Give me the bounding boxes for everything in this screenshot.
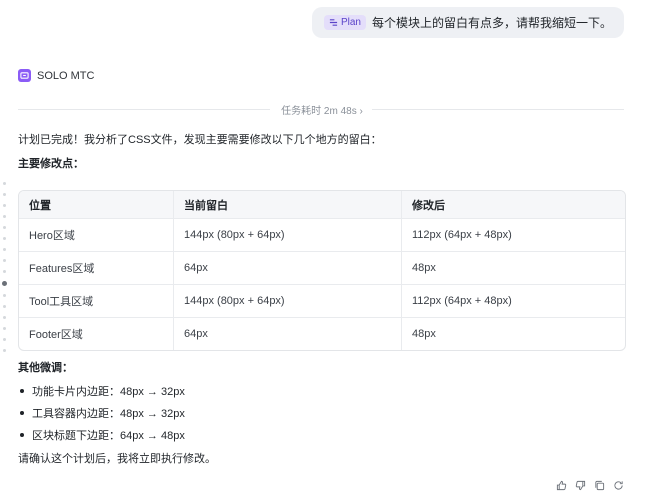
table-cell: Hero区域	[19, 218, 174, 252]
table-cell: 144px (80px + 64px)	[173, 218, 402, 252]
scroll-dot	[3, 182, 6, 185]
table-row: Features区域 64px 48px	[19, 251, 625, 285]
bullet-icon	[20, 411, 24, 415]
scroll-dot	[3, 237, 6, 240]
scroll-indicator[interactable]	[2, 182, 8, 360]
main-changes-heading: 主要修改点：	[18, 158, 84, 170]
list-item: 区块标题下边距：64px → 48px	[18, 424, 185, 446]
list-item-text: 区块标题下边距：64px → 48px	[32, 430, 185, 442]
table-header-row: 位置 当前留白 修改后	[19, 191, 625, 219]
table-row: Hero区域 144px (80px + 64px) 112px (64px +…	[19, 218, 625, 252]
table-cell: 48px	[412, 328, 436, 340]
plan-icon	[329, 19, 338, 26]
chevron-right-icon: ›	[359, 106, 363, 117]
column-header-current: 当前留白	[173, 191, 402, 219]
agent-name: SOLO MTC	[37, 69, 95, 82]
scroll-dot	[3, 327, 6, 330]
table-cell: 48px	[401, 251, 625, 285]
scroll-dot	[3, 215, 6, 218]
table-cell: 64px	[173, 317, 402, 350]
scroll-dot	[3, 204, 6, 207]
table-cell: Features区域	[19, 251, 174, 285]
plan-tag-label: Plan	[340, 17, 361, 28]
table-cell: Footer区域	[19, 317, 174, 350]
table-cell: 112px (64px + 48px)	[401, 218, 625, 252]
scroll-dot	[3, 349, 6, 352]
regenerate-icon[interactable]	[613, 480, 624, 491]
list-item-text: 功能卡片内边距：48px → 32px	[32, 386, 185, 398]
table-cell: 144px (80px + 64px)	[173, 284, 402, 318]
padding-changes-table: 位置 当前留白 修改后 Hero区域 144px (80px + 64px) 1…	[18, 190, 626, 351]
other-tweaks-heading: 其他微调：	[18, 362, 73, 374]
table-row: Tool工具区域 144px (80px + 64px) 112px (64px…	[19, 284, 625, 318]
thumbs-up-icon[interactable]	[556, 480, 567, 491]
column-header-after: 修改后	[401, 191, 625, 219]
table-cell: 112px (64px + 48px)	[401, 284, 625, 318]
column-header-position: 位置	[19, 191, 174, 219]
response-closing: 请确认这个计划后，我将立即执行修改。	[18, 453, 216, 465]
table-cell: Tool工具区域	[19, 284, 174, 318]
plan-tag[interactable]: Plan	[323, 15, 366, 30]
agent-header: SOLO MTC	[18, 69, 94, 82]
duration-divider: 任务耗时 2m 48s ›	[18, 102, 624, 117]
bullet-icon	[20, 389, 24, 393]
scroll-dot	[3, 305, 6, 308]
task-duration[interactable]: 任务耗时 2m 48s ›	[274, 102, 370, 117]
divider-line-left	[18, 109, 270, 110]
scroll-dot	[3, 226, 6, 229]
scroll-dot	[3, 294, 6, 297]
scroll-dot-active	[2, 281, 7, 286]
tweaks-list: 功能卡片内边距：48px → 32px 工具容器内边距：48px → 32px …	[18, 380, 185, 446]
scroll-dot	[3, 193, 6, 196]
response-intro: 计划已完成！我分析了CSS文件，发现主要需要修改以下几个地方的留白：	[18, 134, 382, 146]
thumbs-down-icon[interactable]	[575, 480, 586, 491]
scroll-dot	[3, 248, 6, 251]
list-item: 功能卡片内边距：48px → 32px	[18, 380, 185, 402]
task-duration-label: 任务耗时 2m 48s	[281, 106, 357, 117]
bullet-icon	[20, 433, 24, 437]
user-message-text: 每个模块上的留白有点多，请帮我缩短一下。	[371, 16, 612, 30]
table-cell: 64px	[173, 251, 402, 285]
scroll-dot	[3, 338, 6, 341]
agent-logo-icon	[18, 69, 31, 82]
scroll-dot	[3, 270, 6, 273]
table-row: Footer区域 64px 48px	[19, 317, 625, 350]
list-item: 工具容器内边距：48px → 32px	[18, 402, 185, 424]
scroll-dot	[3, 316, 6, 319]
scroll-dot	[3, 259, 6, 262]
user-message-bubble: Plan 每个模块上的留白有点多，请帮我缩短一下。	[311, 7, 624, 38]
divider-line-right	[372, 109, 624, 110]
list-item-text: 工具容器内边距：48px → 32px	[32, 408, 185, 420]
message-actions	[556, 480, 624, 491]
copy-icon[interactable]	[594, 480, 605, 491]
